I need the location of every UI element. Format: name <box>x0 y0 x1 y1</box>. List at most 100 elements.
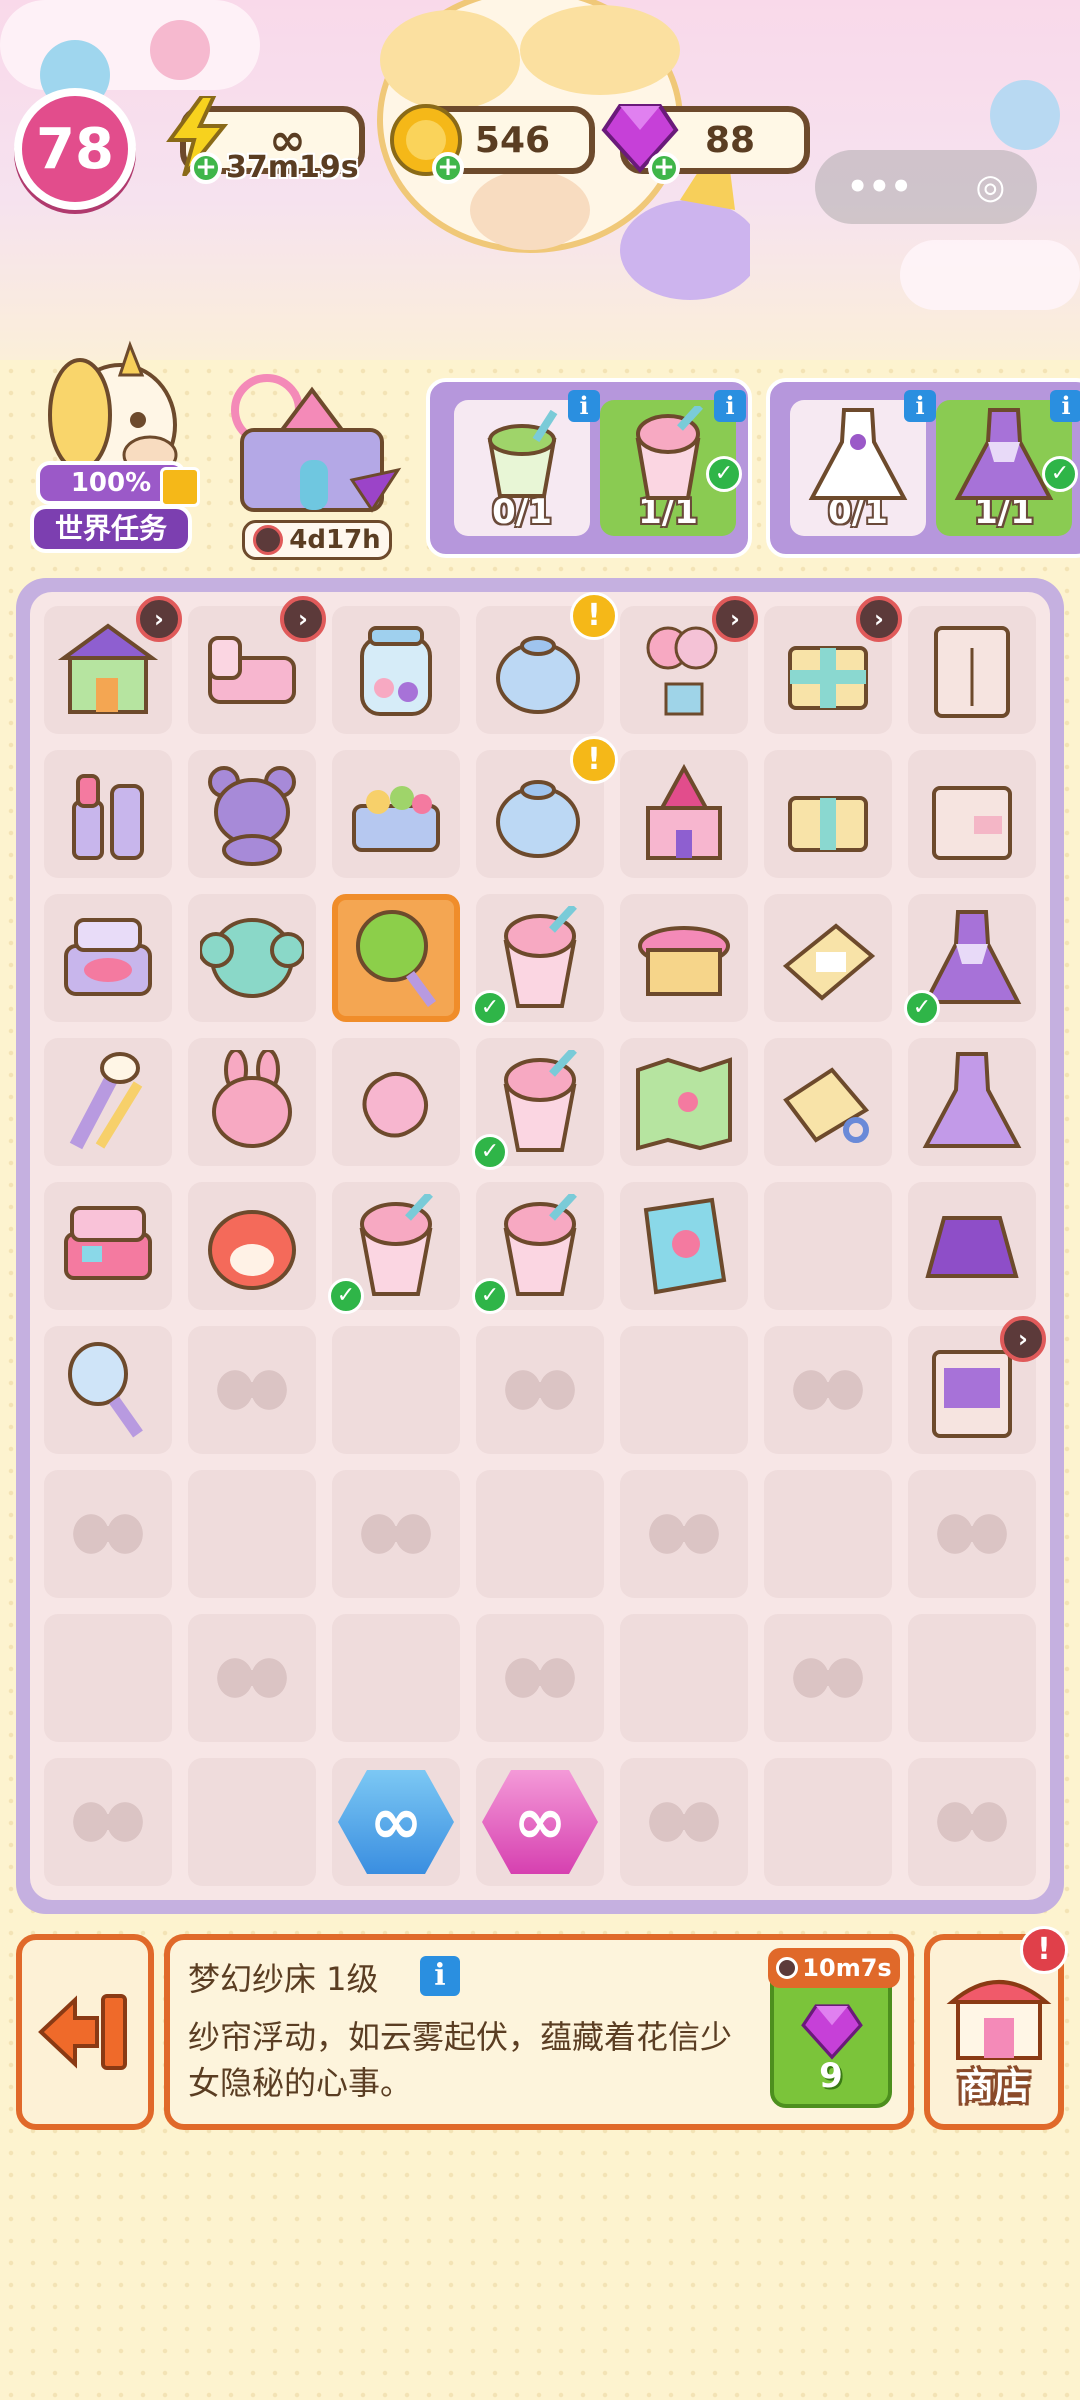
board-cell[interactable] <box>332 1614 460 1742</box>
fabric-scissors-icon <box>783 1067 870 1143</box>
board-cell[interactable] <box>476 1470 604 1598</box>
locked-cell[interactable] <box>476 1326 604 1454</box>
board-cell[interactable] <box>620 1326 748 1454</box>
locked-cell[interactable] <box>908 1758 1036 1886</box>
gem-plus-button[interactable]: + <box>648 152 680 184</box>
board-cell[interactable] <box>764 750 892 878</box>
board-cell[interactable] <box>620 894 748 1022</box>
board-cell[interactable] <box>764 894 892 1022</box>
board-cell[interactable] <box>908 750 1036 878</box>
board-cell[interactable] <box>332 606 460 734</box>
board-cell[interactable] <box>908 1614 1036 1742</box>
order-card-drinks[interactable]: 0/1 i 1/1 i ✓ <box>426 378 752 558</box>
board-cell[interactable]: ∞ <box>332 1758 460 1886</box>
locked-cell[interactable] <box>764 1614 892 1742</box>
board-cell[interactable] <box>908 606 1036 734</box>
locked-cell[interactable] <box>188 1614 316 1742</box>
board-cell[interactable] <box>332 750 460 878</box>
order-slot: 0/1 i <box>790 390 936 536</box>
item-info-icon[interactable]: i <box>420 1956 460 1996</box>
board-cell[interactable] <box>44 1326 172 1454</box>
locked-cell[interactable] <box>44 1470 172 1598</box>
locked-cell[interactable] <box>188 1326 316 1454</box>
carnival-event-button[interactable]: 4d17h <box>222 370 402 560</box>
shop-button[interactable]: ! 商店 <box>924 1926 1068 2130</box>
info-icon[interactable]: i <box>1050 390 1080 422</box>
board-cell[interactable] <box>908 1182 1036 1310</box>
board-cell[interactable]: ✓ <box>472 1182 604 1314</box>
board-cell[interactable] <box>332 1326 460 1454</box>
board-cell[interactable] <box>44 1038 172 1166</box>
info-icon[interactable]: i <box>714 390 746 422</box>
close-mini-program-button[interactable]: ◎ <box>976 167 1006 207</box>
event-timer: 4d17h <box>289 525 381 555</box>
board-cell[interactable] <box>620 1182 748 1310</box>
board-cell[interactable] <box>188 1182 316 1310</box>
shop-stall-icon <box>946 1980 1052 2060</box>
board-cell[interactable] <box>44 750 172 878</box>
board-cell[interactable]: › <box>188 596 326 734</box>
board-cell[interactable] <box>44 1614 172 1742</box>
clock-icon <box>253 525 284 555</box>
locked-cell[interactable] <box>764 1326 892 1454</box>
board-cell[interactable]: › <box>764 596 902 734</box>
speed-up-button[interactable]: 10m7s 9 <box>768 1948 900 2108</box>
board-cell[interactable] <box>764 1038 892 1166</box>
gem-value: 88 <box>704 119 756 161</box>
board-cell[interactable] <box>908 1038 1036 1166</box>
board-cell[interactable] <box>332 1038 460 1166</box>
board-cell[interactable] <box>620 1038 748 1166</box>
locked-cell[interactable] <box>44 1758 172 1886</box>
locked-cell[interactable] <box>908 1470 1036 1598</box>
board-cell[interactable] <box>188 894 316 1022</box>
board-cell[interactable] <box>188 1038 316 1166</box>
locked-cell[interactable] <box>620 1758 748 1886</box>
board-cell[interactable]: ✓ <box>472 894 604 1026</box>
board-cell[interactable]: ! <box>476 592 618 734</box>
exit-button[interactable] <box>16 1934 154 2130</box>
board-cell[interactable] <box>620 1614 748 1742</box>
info-icon[interactable]: i <box>904 390 936 422</box>
board-cell[interactable]: › <box>44 596 182 734</box>
locked-cell[interactable] <box>620 1470 748 1598</box>
board-cell[interactable] <box>764 1470 892 1598</box>
board-cell[interactable]: ∞ <box>476 1758 604 1886</box>
board-cell[interactable] <box>764 1182 892 1310</box>
board-cell[interactable]: ✓ <box>328 1182 460 1314</box>
player-level-badge[interactable]: 78 <box>14 88 136 210</box>
wardrobe-icon <box>934 626 1010 718</box>
locked-cell[interactable] <box>332 1470 460 1598</box>
energy-plus-button[interactable]: + <box>190 152 222 184</box>
world-task-percent: 100% <box>70 468 152 498</box>
board-cell[interactable]: › <box>908 1316 1046 1454</box>
hamster-plush-icon <box>208 1210 296 1290</box>
locked-cell[interactable] <box>476 1614 604 1742</box>
pink-milkshake-icon <box>503 906 577 1008</box>
coin-plus-button[interactable]: + <box>432 152 464 184</box>
board-cell[interactable] <box>188 1758 316 1886</box>
board-cell[interactable]: ! <box>476 736 618 878</box>
board-cell[interactable] <box>188 1470 316 1598</box>
board-cell[interactable] <box>44 1182 172 1310</box>
board-cell[interactable] <box>764 1758 892 1886</box>
hand-mirror-icon <box>68 1342 143 1438</box>
board-cell[interactable]: ✓ <box>904 894 1036 1026</box>
candy-jar-icon <box>360 626 432 716</box>
alert-badge-icon: ! <box>570 592 618 640</box>
order-card-dresses[interactable]: 0/1 i 1/1 i ✓ <box>766 378 1080 558</box>
board-cell[interactable] <box>620 750 748 878</box>
info-icon[interactable]: i <box>568 390 600 422</box>
check-icon: ✓ <box>1042 456 1078 492</box>
board-grid: › › ! › › ! ✓ ✓ ✓ ✓ ✓ › ∞ ∞ <box>30 592 1050 1900</box>
timer-badge-icon: › <box>1000 1316 1046 1362</box>
board-cell[interactable]: › <box>620 596 758 734</box>
board-cell[interactable] <box>188 750 316 878</box>
more-menu-button[interactable]: ••• <box>847 167 912 207</box>
world-task-button[interactable]: 100% 世界任务 <box>30 335 200 560</box>
board-cell[interactable]: ✓ <box>472 1038 604 1170</box>
order-slot: 1/1 i ✓ <box>936 390 1080 536</box>
clock-icon <box>776 1957 799 1979</box>
board-cell-selected[interactable] <box>332 894 460 1022</box>
board-cell[interactable] <box>44 894 172 1022</box>
pink-bunny-icon <box>212 1050 292 1148</box>
